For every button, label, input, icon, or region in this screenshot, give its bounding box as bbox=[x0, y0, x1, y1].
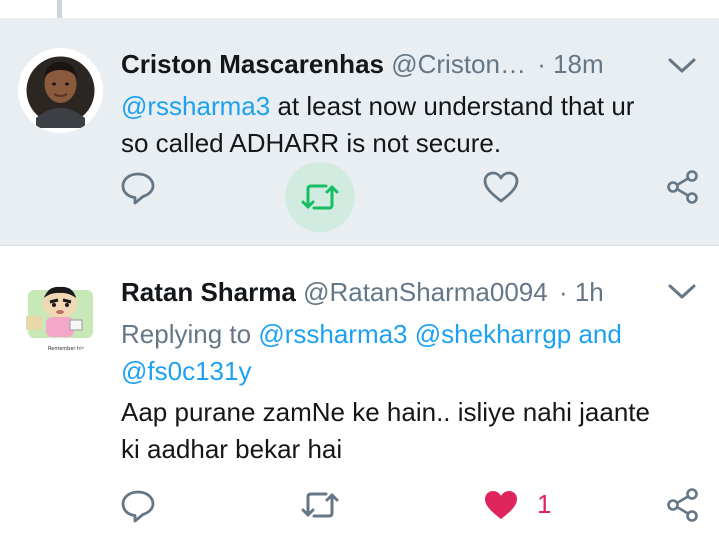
avatar[interactable]: Remember his bbox=[18, 270, 103, 355]
avatar[interactable] bbox=[18, 48, 103, 133]
author-handle[interactable]: @Criston… bbox=[391, 49, 526, 79]
tweet-criston[interactable]: Criston Mascarenhas @Criston… · 18m @rss… bbox=[0, 18, 719, 246]
tweet-ratan[interactable]: Remember his Ratan Sharma @RatanSharma00… bbox=[0, 246, 719, 551]
heart-filled-icon bbox=[485, 491, 517, 519]
mention-link[interactable]: @shekharrgp bbox=[415, 319, 571, 349]
reply-button[interactable] bbox=[115, 164, 161, 210]
like-count[interactable]: 1 bbox=[537, 488, 551, 520]
retweet-button[interactable] bbox=[297, 482, 343, 528]
tweet-header: Criston Mascarenhas @Criston… · 18m bbox=[121, 48, 604, 80]
author-name[interactable]: Criston Mascarenhas bbox=[121, 49, 384, 79]
reply-icon bbox=[121, 490, 155, 523]
tweet-text-line2: so called ADHARR is not secure. bbox=[121, 128, 502, 158]
author-handle[interactable]: @RatanSharma0094 bbox=[303, 277, 548, 307]
timestamp[interactable]: · 1h bbox=[559, 277, 604, 307]
timestamp[interactable]: · 18m bbox=[537, 49, 603, 79]
tweet-text-line1: Aap purane zamNe ke hain.. isliye nahi j… bbox=[121, 397, 650, 427]
mention-link[interactable]: @rssharma3 bbox=[121, 91, 270, 121]
reply-button[interactable] bbox=[115, 482, 161, 528]
retweet-icon bbox=[301, 492, 339, 518]
cartoon-character-icon: Remember his bbox=[18, 270, 103, 355]
replying-to-and[interactable]: and bbox=[571, 319, 621, 349]
like-button[interactable] bbox=[478, 164, 524, 210]
avatar-caption: Remember his bbox=[48, 346, 85, 352]
replying-to: Replying to @rssharma3 @shekharrgp and @… bbox=[121, 316, 691, 390]
share-icon bbox=[667, 170, 698, 204]
share-button[interactable] bbox=[660, 164, 706, 210]
mention-link[interactable]: @fs0c131y bbox=[121, 356, 251, 386]
share-icon bbox=[667, 488, 698, 522]
tweet-header: Ratan Sharma @RatanSharma0094 · 1h bbox=[121, 276, 604, 308]
retweet-icon bbox=[301, 184, 339, 210]
author-name[interactable]: Ratan Sharma bbox=[121, 277, 296, 307]
chevron-down-icon[interactable] bbox=[667, 56, 697, 76]
tweet-text: @rssharma3 at least now understand that … bbox=[121, 88, 691, 162]
retweet-button[interactable] bbox=[285, 162, 355, 232]
replying-to-label: Replying to bbox=[121, 319, 259, 349]
heart-icon bbox=[483, 171, 519, 203]
mention-link[interactable]: @rssharma3 bbox=[258, 319, 407, 349]
person-photo-icon bbox=[18, 48, 103, 133]
reply-icon bbox=[121, 172, 155, 205]
tweet-text-line2: ki aadhar bekar hai bbox=[121, 434, 343, 464]
chevron-down-icon[interactable] bbox=[667, 282, 697, 302]
share-button[interactable] bbox=[660, 482, 706, 528]
tweet-text: Aap purane zamNe ke hain.. isliye nahi j… bbox=[121, 394, 691, 468]
tweet-text-line1: at least now understand that ur bbox=[270, 91, 635, 121]
like-button[interactable] bbox=[478, 482, 524, 528]
